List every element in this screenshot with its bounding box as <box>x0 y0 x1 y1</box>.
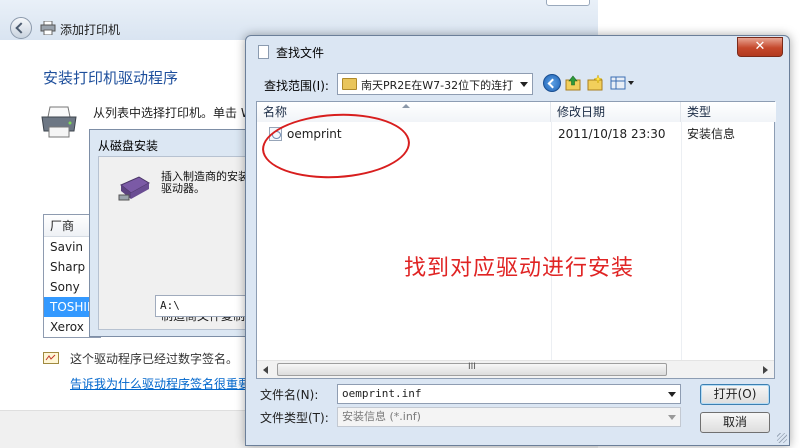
up-folder-icon[interactable] <box>564 74 582 92</box>
file-type: 安装信息 <box>687 127 736 141</box>
chevron-down-icon <box>668 415 676 420</box>
scroll-grip: III <box>468 362 476 372</box>
open-button[interactable]: 打开(O) <box>700 384 770 405</box>
close-icon[interactable]: ✕ <box>737 37 783 57</box>
annotation-text: 找到对应驱动进行安装 <box>404 256 635 281</box>
new-folder-icon[interactable] <box>586 74 604 92</box>
view-menu-icon[interactable] <box>610 74 636 92</box>
file-list[interactable]: 名称 修改日期 类型 oemprint 2011/10/18 23:30 安装信… <box>256 101 776 379</box>
wizard-description: 从列表中选择打印机。单击 W <box>93 106 253 120</box>
look-in-dropdown[interactable]: 南天PR2E在W7-32位下的连打驱: <box>337 73 533 95</box>
folder-icon <box>342 78 357 90</box>
resize-grip-icon[interactable] <box>777 433 787 443</box>
signed-driver-text: 这个驱动程序已经过数字签名。 <box>70 352 239 366</box>
find-file-dialog: 查找文件 ✕ 查找范围(I): 南天PR2E在W7-32位下的连打驱: 名称 修… <box>245 35 790 446</box>
signing-info-link[interactable]: 告诉我为什么驱动程序签名很重要 <box>70 375 250 392</box>
wizard-title: 添加打印机 <box>60 23 121 37</box>
wizard-heading: 安装打印机驱动程序 <box>43 69 179 87</box>
floppy-disk-icon <box>118 176 150 201</box>
disk-dialog-title: 从磁盘安装 <box>98 139 159 153</box>
printer-icon <box>41 106 77 138</box>
column-divider <box>551 122 552 360</box>
scroll-left-icon[interactable] <box>263 366 268 374</box>
filename-value: oemprint.inf <box>342 387 422 400</box>
scrollbar-thumb[interactable]: III <box>277 362 667 376</box>
horizontal-scrollbar[interactable]: III <box>257 360 774 378</box>
column-header-type[interactable]: 类型 <box>681 102 776 122</box>
document-icon <box>258 45 269 59</box>
filetype-label: 文件类型(T): <box>260 411 329 425</box>
column-header-date[interactable]: 修改日期 <box>551 102 681 122</box>
scroll-right-icon[interactable] <box>763 366 768 374</box>
copy-from-input[interactable]: A:\ <box>155 295 255 317</box>
filetype-value: 安装信息 (*.inf) <box>342 410 421 423</box>
sort-arrow-icon <box>402 104 410 108</box>
filename-input[interactable]: oemprint.inf <box>337 384 681 404</box>
filetype-dropdown[interactable]: 安装信息 (*.inf) <box>337 407 681 427</box>
wizard-top-control[interactable] <box>546 0 590 6</box>
signature-icon <box>43 352 59 364</box>
filename-label: 文件名(N): <box>260 388 319 402</box>
find-dialog-title: 查找文件 <box>276 46 325 60</box>
column-divider <box>681 122 682 360</box>
chevron-down-icon[interactable] <box>668 392 676 397</box>
look-in-label: 查找范围(I): <box>264 79 329 93</box>
back-arrow-icon[interactable] <box>10 17 32 39</box>
file-date: 2011/10/18 23:30 <box>558 127 666 141</box>
chevron-down-icon <box>520 82 528 87</box>
look-in-value: 南天PR2E在W7-32位下的连打驱: <box>361 79 513 92</box>
back-icon[interactable] <box>543 74 561 92</box>
cancel-button[interactable]: 取消 <box>700 412 770 433</box>
printer-icon <box>40 21 56 35</box>
